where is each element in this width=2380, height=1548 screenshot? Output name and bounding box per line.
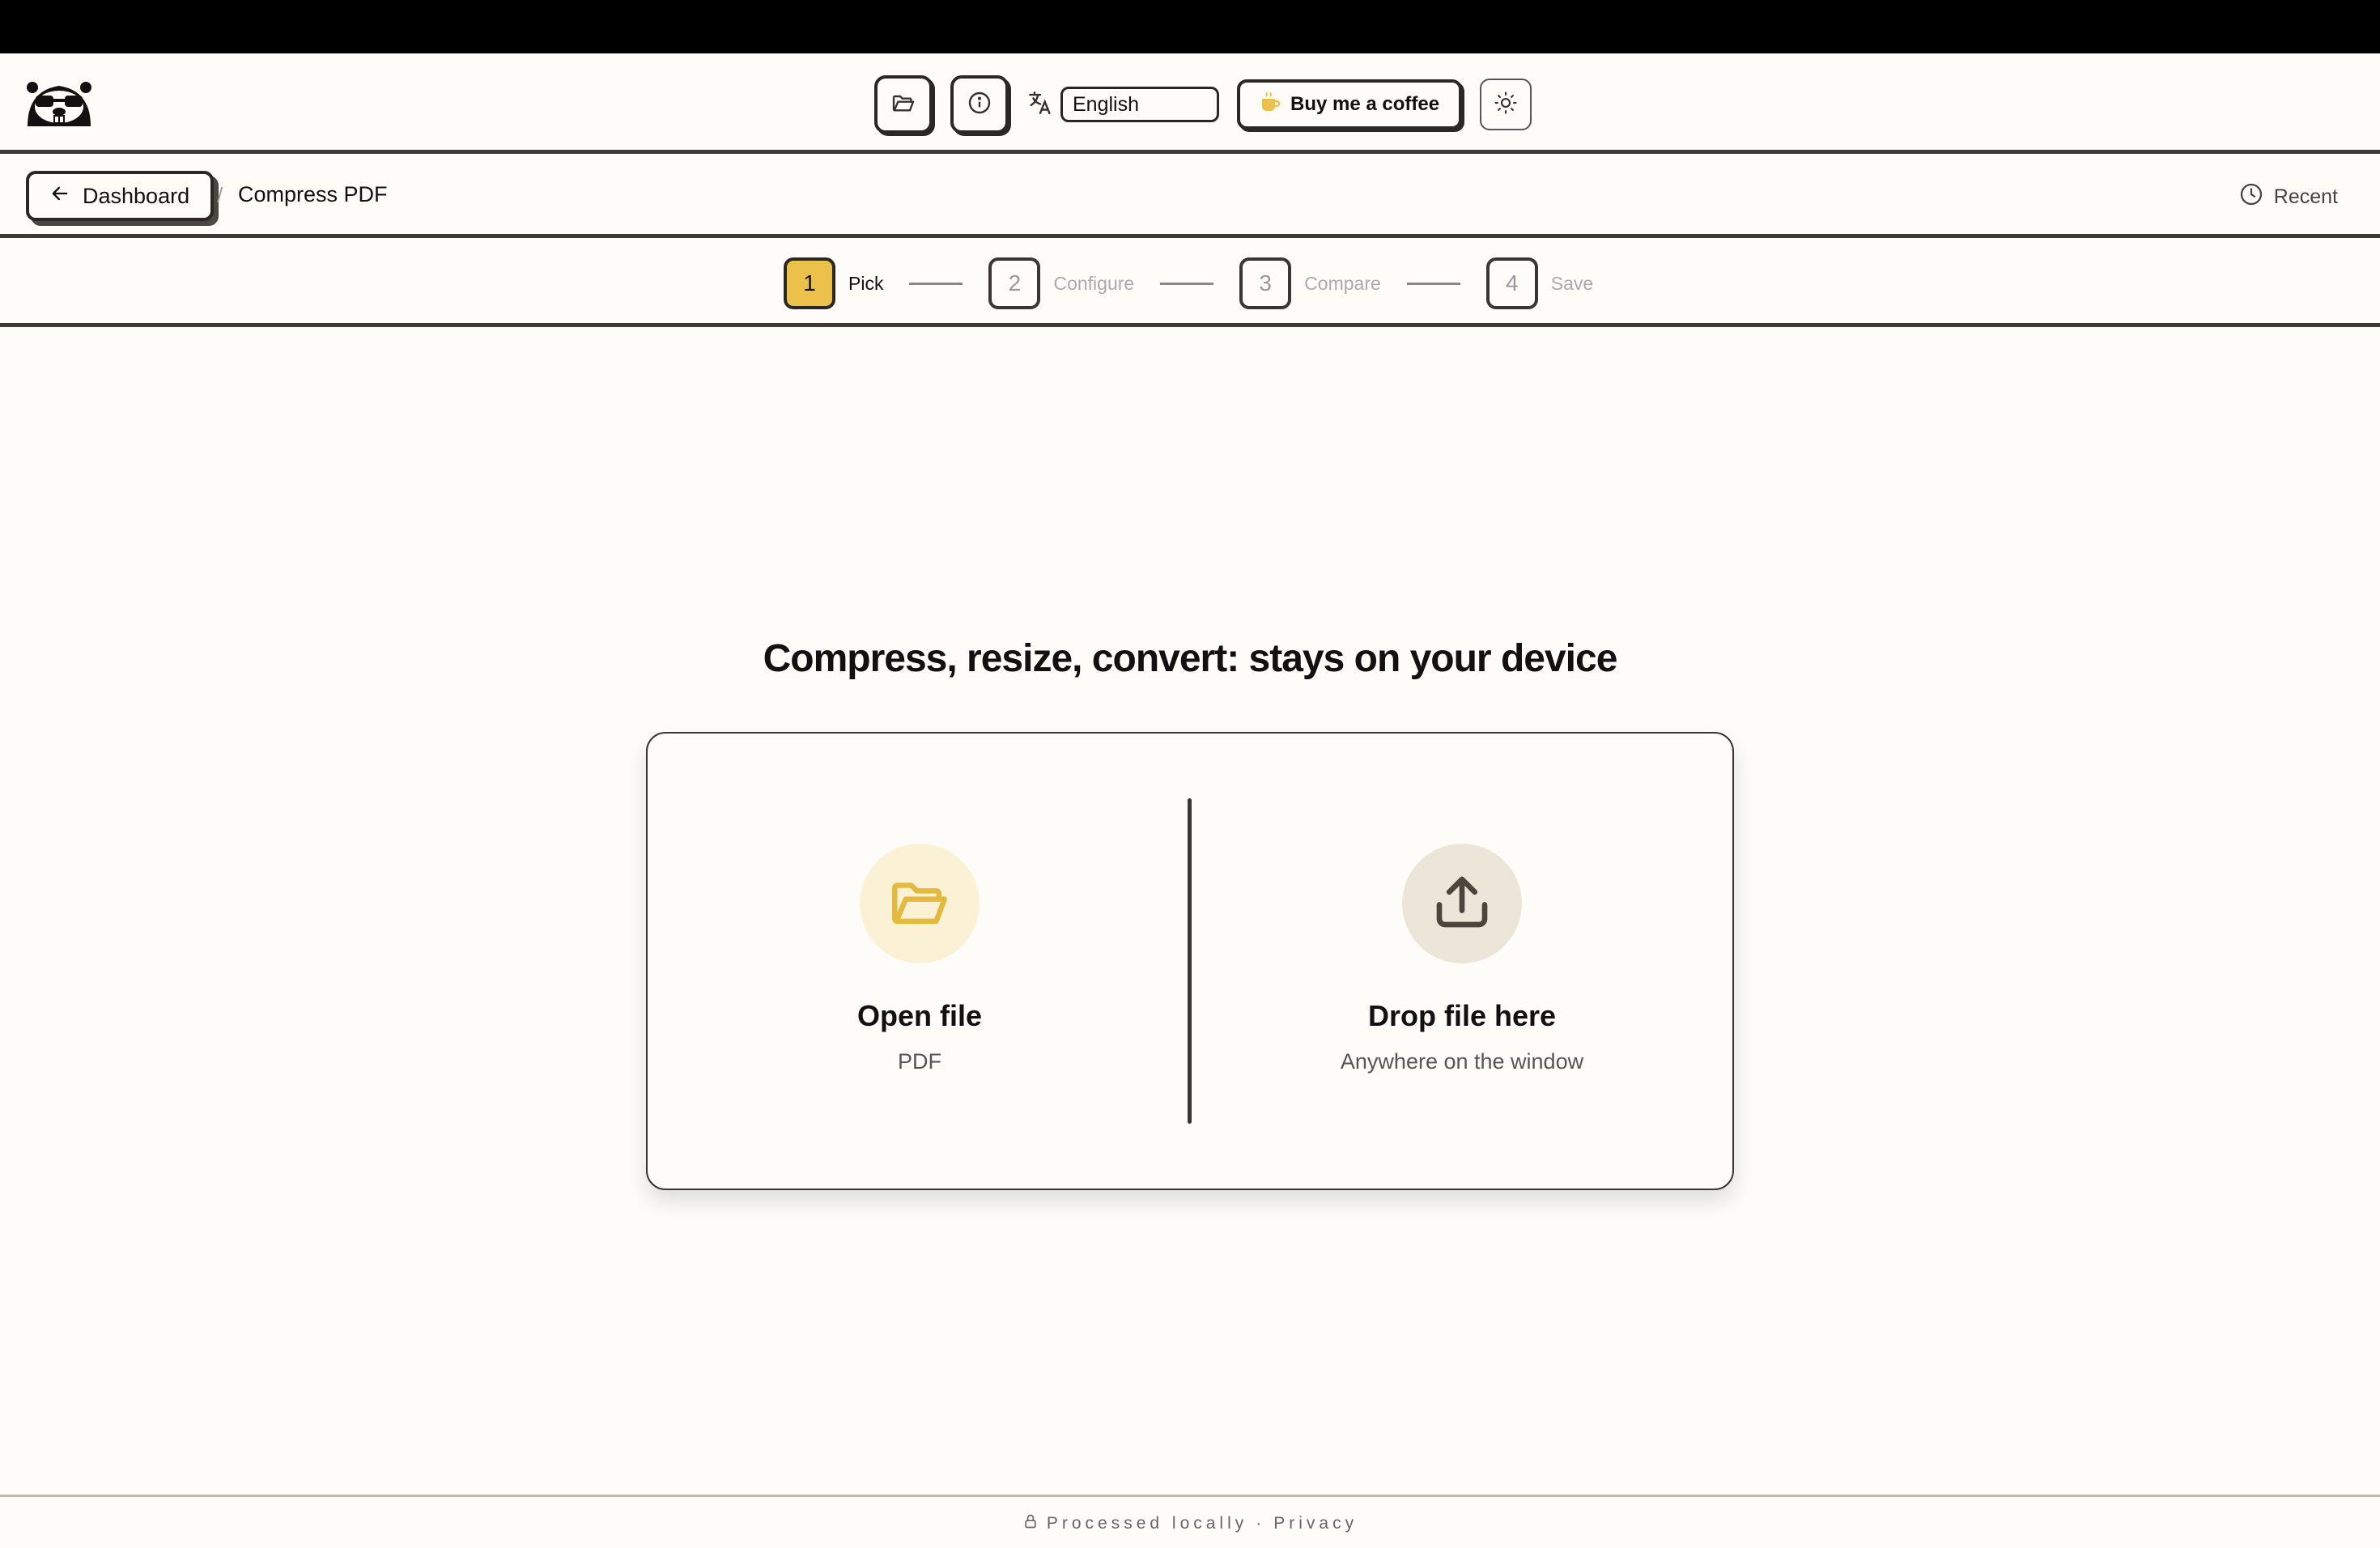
main-headline: Compress, resize, convert: stays on your… (763, 637, 1618, 680)
breadcrumb-separator: / (217, 183, 223, 207)
open-file-button[interactable]: Open file PDF (701, 844, 1138, 1074)
window-top-bar (0, 0, 2380, 53)
clock-icon (2238, 181, 2264, 213)
footer-separator: · (1256, 1514, 1266, 1533)
step-label: Configure (1053, 272, 1135, 294)
open-file-icon-circle (860, 844, 980, 963)
step-label: Compare (1304, 272, 1381, 294)
folder-open-icon (890, 90, 916, 120)
step-save[interactable]: 4 Save (1485, 257, 1594, 309)
breadcrumb: Dashboard / Compress PDF Recent (0, 154, 2380, 238)
sun-icon (1494, 91, 1518, 119)
step-connector (1406, 282, 1460, 285)
card-divider (1188, 798, 1192, 1124)
info-button[interactable] (950, 75, 1009, 134)
recent-label: Recent (2273, 185, 2338, 208)
drop-icon-circle (1402, 844, 1522, 963)
step-label: Pick (848, 272, 884, 294)
language-picker: English (1026, 87, 1219, 122)
page-title: Compress PDF (238, 182, 388, 206)
info-icon (967, 90, 992, 120)
step-configure[interactable]: 2 Configure (988, 257, 1134, 309)
buy-me-a-coffee-button[interactable]: Buy me a coffee (1237, 79, 1463, 130)
step-number: 3 (1239, 257, 1292, 309)
theme-toggle-button[interactable] (1480, 79, 1532, 130)
back-to-dashboard-button[interactable]: Dashboard (26, 171, 215, 221)
beaver-logo-icon[interactable] (23, 78, 96, 130)
step-pick[interactable]: 1 Pick (784, 257, 883, 309)
coffee-label: Buy me a coffee (1290, 93, 1440, 115)
drop-zone[interactable]: Drop file here Anywhere on the window (1243, 844, 1681, 1074)
lock-icon (1022, 1513, 1039, 1534)
arrow-left-icon (49, 182, 71, 211)
step-connector (909, 282, 963, 285)
open-file-title: Open file (856, 999, 983, 1032)
language-select[interactable]: English (1060, 87, 1219, 122)
privacy-link[interactable]: Privacy (1273, 1514, 1358, 1533)
folder-open-icon (886, 869, 953, 939)
step-connector (1160, 282, 1214, 285)
language-value: English (1073, 92, 1139, 116)
drop-file-title: Drop file here (1367, 999, 1557, 1032)
step-number: 4 (1485, 257, 1538, 309)
open-file-subtitle: PDF (898, 1049, 941, 1074)
footer: Processed locally · Privacy (0, 1495, 2380, 1548)
translate-icon (1026, 89, 1054, 121)
step-label: Save (1550, 272, 1594, 294)
coffee-cup-icon (1260, 91, 1281, 119)
upload-icon (1428, 868, 1496, 940)
file-picker-card: Open file PDF Drop file here Anywhere on… (646, 732, 1734, 1190)
processed-locally-text: Processed locally (1046, 1514, 1248, 1533)
open-folder-button[interactable] (874, 75, 933, 134)
step-compare[interactable]: 3 Compare (1239, 257, 1381, 309)
stepper: 1 Pick 2 Configure 3 Compare 4 Save (0, 238, 2380, 327)
step-number: 1 (784, 257, 835, 309)
app-header: English Buy me a coffee (0, 53, 2380, 154)
drop-file-subtitle: Anywhere on the window (1340, 1049, 1584, 1074)
step-number: 2 (988, 257, 1041, 309)
recent-button[interactable]: Recent (2238, 181, 2338, 213)
back-label: Dashboard (83, 183, 190, 208)
